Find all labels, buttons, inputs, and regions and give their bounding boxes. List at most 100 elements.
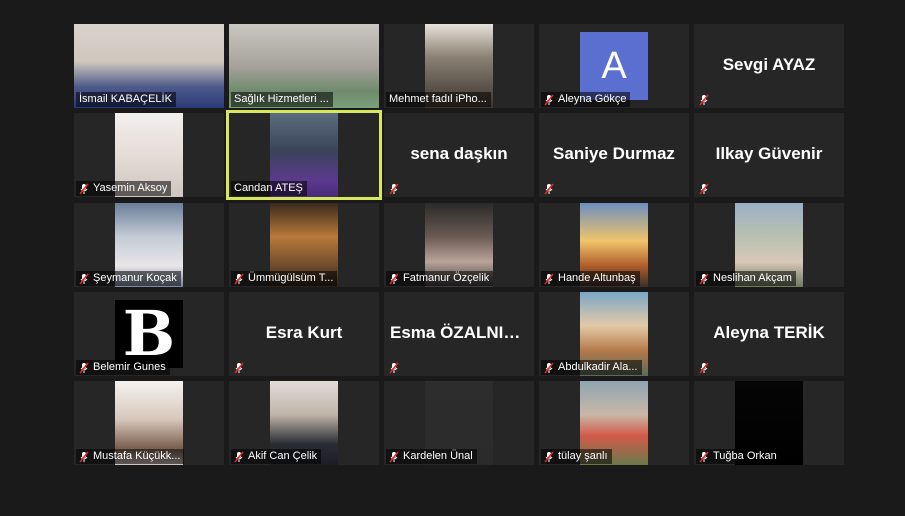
participant-tile[interactable]: Saniye Durmaz bbox=[539, 113, 689, 197]
participant-display-name: Ilkay Güvenir bbox=[715, 144, 823, 163]
participant-name-label bbox=[231, 360, 252, 375]
participant-name: Fatmanur Özçelik bbox=[403, 272, 490, 284]
participant-name-label: Mehmet fadıl iPho... bbox=[386, 92, 491, 107]
participant-name: İsmail KABAÇELİK bbox=[79, 93, 172, 105]
participant-name: Mustafa Küçükk... bbox=[93, 450, 181, 462]
participant-name: Neslihan Akçam bbox=[713, 272, 792, 284]
microphone-muted-icon bbox=[544, 273, 554, 284]
participant-name-label: Kardelen Ünal bbox=[386, 449, 477, 464]
participant-display-name: Esra Kurt bbox=[265, 323, 343, 342]
participant-name: Yasemin Aksoy bbox=[93, 182, 168, 194]
microphone-muted-icon bbox=[79, 273, 89, 284]
participant-name-label: Sağlık Hizmetleri ... bbox=[231, 92, 333, 107]
participant-display-name: Saniye Durmaz bbox=[553, 144, 675, 163]
participant-name: Aleyna Gökçe bbox=[558, 93, 627, 105]
participant-display-name: Aleyna TERİK bbox=[713, 323, 825, 342]
microphone-muted-icon bbox=[234, 451, 244, 462]
participant-name-label: Ümmügülsüm T... bbox=[231, 271, 338, 286]
microphone-muted-icon bbox=[79, 451, 89, 462]
participant-name-label bbox=[386, 360, 407, 375]
participant-tile[interactable]: Yasemin Aksoy bbox=[74, 113, 224, 197]
avatar: B bbox=[115, 300, 183, 368]
participant-name: Sağlık Hizmetleri ... bbox=[234, 93, 329, 105]
participant-tile[interactable]: Fatmanur Özçelik bbox=[384, 203, 534, 287]
participant-tile[interactable]: Mehmet fadıl iPho... bbox=[384, 24, 534, 108]
participant-name-label: tülay şanlı bbox=[541, 449, 612, 464]
microphone-muted-icon bbox=[79, 362, 89, 373]
participant-name-label: Mustafa Küçükk... bbox=[76, 449, 185, 464]
microphone-muted-icon bbox=[389, 183, 399, 194]
participant-name-label: Tuğba Orkan bbox=[696, 449, 781, 464]
participant-tile[interactable]: Neslihan Akçam bbox=[694, 203, 844, 287]
participant-tile[interactable]: İsmail KABAÇELİK bbox=[74, 24, 224, 108]
microphone-muted-icon bbox=[544, 451, 554, 462]
microphone-muted-icon bbox=[699, 94, 709, 105]
participant-name-label: Fatmanur Özçelik bbox=[386, 271, 494, 286]
participant-name-label: İsmail KABAÇELİK bbox=[76, 92, 176, 107]
participant-name: Şeymanur Koçak bbox=[93, 272, 177, 284]
participant-name-label: Neslihan Akçam bbox=[696, 271, 796, 286]
avatar: A bbox=[580, 32, 648, 100]
participant-name-label: Aleyna Gökçe bbox=[541, 92, 631, 107]
microphone-muted-icon bbox=[544, 362, 554, 373]
participant-tile[interactable]: Akif Can Çelik bbox=[229, 381, 379, 465]
microphone-muted-icon bbox=[544, 183, 554, 194]
microphone-muted-icon bbox=[389, 273, 399, 284]
participant-display-name: Sevgi AYAZ bbox=[722, 55, 816, 74]
participant-tile[interactable]: A Aleyna Gökçe bbox=[539, 24, 689, 108]
participant-name-label: Candan ATEŞ bbox=[231, 181, 307, 196]
participant-display-name: Esma ÖZALNIKI... bbox=[390, 323, 534, 342]
gallery-grid: İsmail KABAÇELİK Sağlık Hizmetleri ... Meh… bbox=[0, 0, 905, 516]
participant-name: Akif Can Çelik bbox=[248, 450, 318, 462]
participant-tile[interactable]: Sağlık Hizmetleri ... bbox=[229, 24, 379, 108]
participant-name: Hande Altunbaş bbox=[558, 272, 636, 284]
participant-name: tülay şanlı bbox=[558, 450, 608, 462]
participant-tile[interactable]: Candan ATEŞ bbox=[226, 110, 382, 200]
participant-name-label bbox=[386, 181, 407, 196]
participant-tile[interactable]: B Belemir Gunes bbox=[74, 292, 224, 376]
participant-name-label: Yasemin Aksoy bbox=[76, 181, 172, 196]
participant-tile[interactable]: Ümmügülsüm T... bbox=[229, 203, 379, 287]
participant-tile[interactable]: Esma ÖZALNIKI... bbox=[384, 292, 534, 376]
microphone-muted-icon bbox=[544, 94, 554, 105]
participant-name: Belemir Gunes bbox=[93, 361, 166, 373]
microphone-muted-icon bbox=[234, 362, 244, 373]
participant-name-label bbox=[696, 181, 717, 196]
participant-name-label: Abdulkadir Ala... bbox=[541, 360, 642, 375]
microphone-muted-icon bbox=[699, 451, 709, 462]
participant-name-label: Hande Altunbaş bbox=[541, 271, 640, 286]
microphone-muted-icon bbox=[79, 183, 89, 194]
microphone-muted-icon bbox=[389, 362, 399, 373]
microphone-muted-icon bbox=[389, 451, 399, 462]
participant-name-label bbox=[696, 360, 717, 375]
participant-tile[interactable]: Tuğba Orkan bbox=[694, 381, 844, 465]
participant-video: B bbox=[115, 300, 183, 368]
microphone-muted-icon bbox=[699, 183, 709, 194]
participant-tile[interactable]: Hande Altunbaş bbox=[539, 203, 689, 287]
participant-tile[interactable]: sena daşkın bbox=[384, 113, 534, 197]
participant-name: Candan ATEŞ bbox=[234, 182, 303, 194]
participant-name-label: Şeymanur Koçak bbox=[76, 271, 181, 286]
participant-tile[interactable]: Sevgi AYAZ bbox=[694, 24, 844, 108]
participant-name: Tuğba Orkan bbox=[713, 450, 777, 462]
participant-tile[interactable]: Mustafa Küçükk... bbox=[74, 381, 224, 465]
microphone-muted-icon bbox=[234, 273, 244, 284]
participant-name-label bbox=[696, 92, 717, 107]
participant-tile[interactable]: Aleyna TERİK bbox=[694, 292, 844, 376]
participant-name-label: Akif Can Çelik bbox=[231, 449, 322, 464]
participant-name: Kardelen Ünal bbox=[403, 450, 473, 462]
participant-tile[interactable]: Ilkay Güvenir bbox=[694, 113, 844, 197]
participant-name-label: Belemir Gunes bbox=[76, 360, 170, 375]
microphone-muted-icon bbox=[699, 273, 709, 284]
microphone-muted-icon bbox=[699, 362, 709, 373]
participant-display-name: sena daşkın bbox=[410, 144, 508, 163]
participant-tile[interactable]: tülay şanlı bbox=[539, 381, 689, 465]
participant-tile[interactable]: Kardelen Ünal bbox=[384, 381, 534, 465]
participant-name: Abdulkadir Ala... bbox=[558, 361, 638, 373]
participant-name-label bbox=[541, 181, 562, 196]
participant-tile[interactable]: Şeymanur Koçak bbox=[74, 203, 224, 287]
participant-name: Mehmet fadıl iPho... bbox=[389, 93, 487, 105]
participant-tile[interactable]: Esra Kurt bbox=[229, 292, 379, 376]
participant-name: Ümmügülsüm T... bbox=[248, 272, 334, 284]
participant-tile[interactable]: Abdulkadir Ala... bbox=[539, 292, 689, 376]
